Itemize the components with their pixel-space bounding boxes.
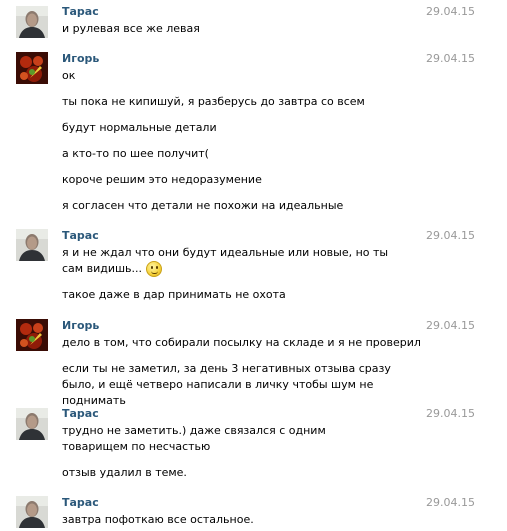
message-text: а кто-то по шее получит(	[62, 147, 209, 160]
author-name[interactable]: Игорь	[62, 319, 99, 333]
avatar[interactable]	[16, 496, 48, 528]
message-text: ты пока не кипишуй, я разберусь до завтр…	[62, 95, 365, 108]
avatar[interactable]	[16, 6, 48, 38]
message-text: ок	[62, 69, 76, 82]
author-name[interactable]: Тарас	[62, 407, 99, 421]
message-date: 29.04.15	[426, 319, 475, 332]
taras-avatar-image	[16, 408, 48, 440]
message-text: и рулевая все же левая	[62, 22, 200, 35]
message-text: трудно не заметить.) даже связался с одн…	[62, 424, 326, 453]
message-text: если ты не заметил, за день 3 негативных…	[62, 362, 391, 407]
message-date: 29.04.15	[426, 407, 475, 420]
message-text: я согласен что детали не похожи на идеал…	[62, 199, 344, 212]
message-text: отзыв удалил в теме.	[62, 466, 187, 479]
author-name[interactable]: Тарас	[62, 5, 99, 19]
message-text: такое даже в дар принимать не охота	[62, 288, 286, 301]
author-name[interactable]: Игорь	[62, 52, 99, 66]
igor-avatar-image	[16, 319, 48, 351]
message-text: короче решим это недоразумение	[62, 173, 262, 186]
taras-avatar-image	[16, 229, 48, 261]
message-text-content: я и не ждал что они будут идеальные или …	[62, 246, 389, 275]
message-date: 29.04.15	[426, 5, 475, 18]
message-text: я и не ждал что они будут идеальные или …	[62, 245, 402, 277]
avatar[interactable]	[16, 319, 48, 351]
author-name[interactable]: Тарас	[62, 496, 99, 510]
message-date: 29.04.15	[426, 496, 475, 509]
message-text: будут нормальные детали	[62, 121, 217, 134]
message-text: завтра пофоткаю все остальное.	[62, 513, 254, 526]
taras-avatar-image	[16, 6, 48, 38]
avatar[interactable]	[16, 408, 48, 440]
smile-emoji-icon	[146, 261, 163, 277]
avatar[interactable]	[16, 52, 48, 84]
avatar[interactable]	[16, 229, 48, 261]
message-text: дело в том, что собирали посылку на скла…	[62, 336, 421, 349]
message-date: 29.04.15	[426, 229, 475, 242]
message-date: 29.04.15	[426, 52, 475, 65]
taras-avatar-image	[16, 496, 48, 528]
igor-avatar-image	[16, 52, 48, 84]
author-name[interactable]: Тарас	[62, 229, 99, 243]
